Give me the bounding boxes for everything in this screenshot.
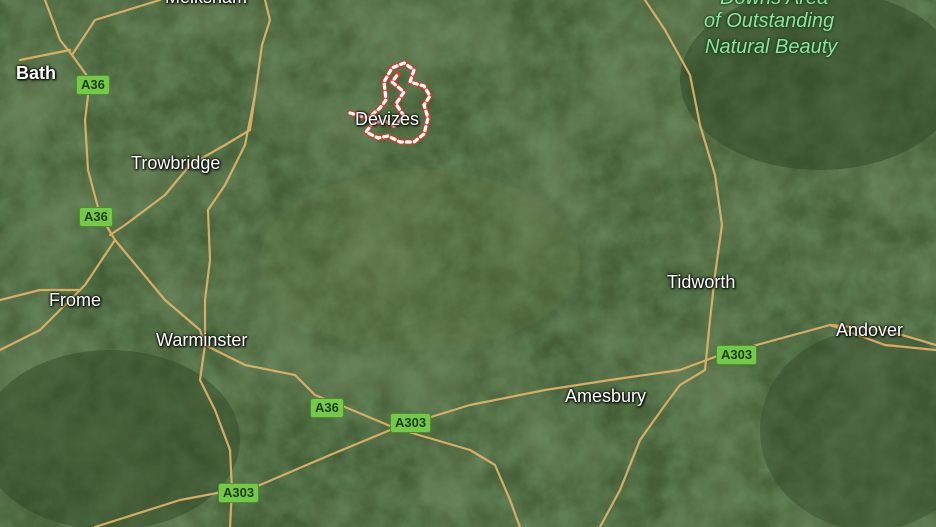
map-view[interactable]: Melksham Downs Area of Outstanding Natur… [0,0,936,527]
road-shield-a36-bath: A36 [76,75,110,95]
aonb-label-line-3: Natural Beauty [705,36,838,58]
road-shield-a36-trowbridge: A36 [79,207,113,227]
place-label-trowbridge: Trowbridge [131,153,221,173]
place-label-bath: Bath [16,63,56,83]
place-label-warminster: Warminster [156,330,248,350]
place-label-amesbury: Amesbury [565,386,647,406]
place-label-top-cut: Melksham [165,0,247,8]
road-shield-a303-centre: A303 [390,413,432,433]
place-label-devizes: Devizes [355,109,420,129]
satellite-terrain [0,0,936,527]
aonb-label-line-2: of Outstanding [704,10,835,32]
place-label-frome: Frome [49,290,102,310]
road-shield-a36-south: A36 [310,398,344,418]
place-label-tidworth: Tidworth [667,272,736,292]
place-label-andover: Andover [836,320,904,340]
road-shield-a303-east: A303 [716,345,758,365]
road-shield-a303-west: A303 [218,483,260,503]
